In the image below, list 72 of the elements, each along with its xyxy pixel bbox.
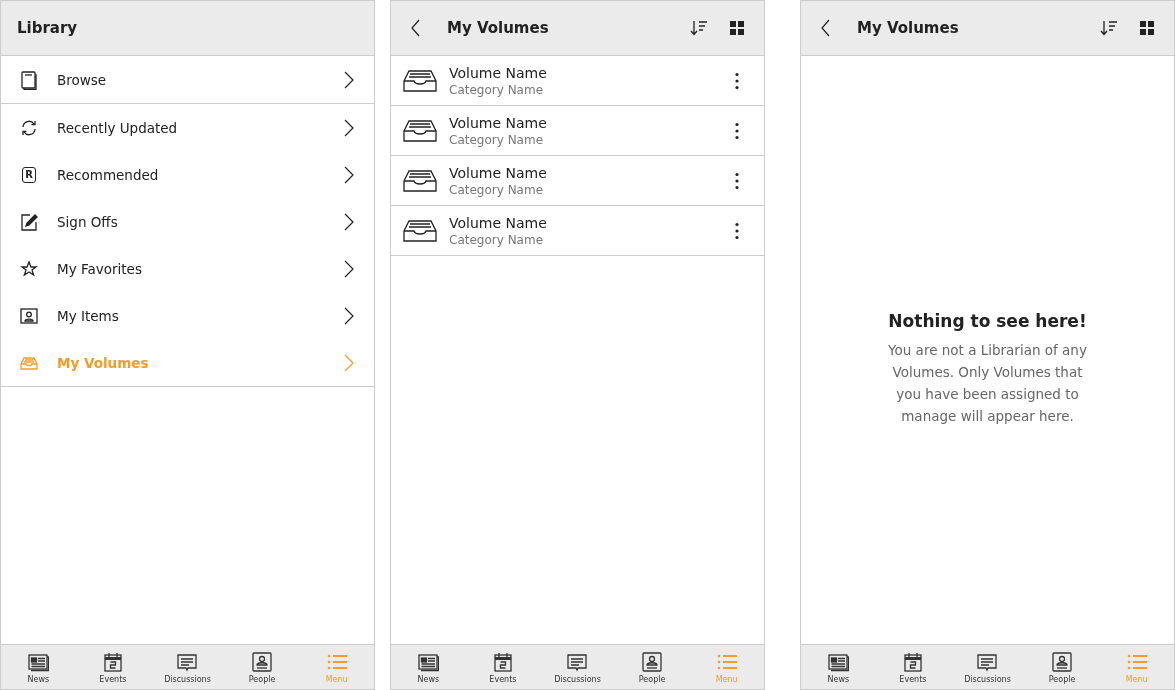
more-options-icon[interactable]: [734, 221, 740, 240]
chevron-right-icon: [344, 306, 354, 325]
tab-bar-item[interactable]: Discussions: [950, 645, 1025, 689]
r-badge-icon: R: [22, 166, 36, 183]
back-icon[interactable]: [821, 19, 831, 37]
tab-bar-item[interactable]: Events: [75, 645, 151, 689]
menu-icon: [1125, 652, 1148, 672]
newspaper-icon: [27, 652, 50, 672]
tray-icon: [403, 168, 437, 193]
calendar-icon: [491, 652, 514, 672]
grid-view-icon[interactable]: [1140, 21, 1154, 35]
tab-bar-item[interactable]: Discussions: [540, 645, 615, 689]
grid-view-icon[interactable]: [730, 21, 744, 35]
person-card-icon: [1051, 652, 1074, 672]
library-nav-item[interactable]: Browse: [1, 56, 374, 104]
menu-icon: [715, 652, 738, 672]
calendar-icon: [101, 652, 124, 672]
book-icon: [19, 69, 39, 90]
chevron-right-icon: [344, 118, 354, 137]
chevron-right-icon: [344, 165, 354, 184]
more-options-icon[interactable]: [734, 121, 740, 140]
person-card-icon: [251, 652, 274, 672]
tab-bar-item[interactable]: News: [391, 645, 466, 689]
star-icon: [19, 258, 39, 279]
category-name: Category Name: [449, 132, 545, 147]
chevron-right-icon: [344, 259, 354, 278]
back-icon[interactable]: [411, 19, 421, 37]
tab-bar-item[interactable]: News: [801, 645, 876, 689]
newspaper-icon: [417, 652, 440, 672]
more-options-icon[interactable]: [734, 171, 740, 190]
tab-bar-item[interactable]: Events: [465, 645, 541, 689]
volume-name: Volume Name: [449, 114, 548, 131]
tab-bar-item[interactable]: Discussions: [150, 645, 225, 689]
tab-bar-item[interactable]: News: [1, 645, 76, 689]
empty-state-message: You are not a Librarian of any Volumes. Only Volumes that you have been assigned to manage will appear here.: [887, 341, 1088, 426]
empty-state-title: Nothing to see here!: [888, 311, 1087, 331]
library-nav-item[interactable]: My Items: [1, 292, 374, 339]
tray-icon: [403, 118, 437, 143]
library-nav-item[interactable]: My Favorites: [1, 245, 374, 292]
chat-bubble-icon: [176, 652, 199, 672]
tray-icon: [403, 218, 437, 243]
person-card-icon: [641, 652, 664, 672]
category-name: Category Name: [449, 182, 545, 197]
chat-bubble-icon: [976, 652, 999, 672]
more-options-icon[interactable]: [734, 71, 740, 90]
chevron-right-icon: [344, 212, 354, 231]
person-card-icon: [19, 305, 39, 326]
library-nav-item[interactable]: R Recommended: [1, 151, 374, 198]
chat-bubble-icon: [566, 652, 589, 672]
library-nav-item[interactable]: Sign Offs: [1, 198, 374, 245]
category-name: Category Name: [449, 82, 545, 97]
tab-bar-item[interactable]: People: [1024, 645, 1100, 689]
header-title: Library: [17, 19, 79, 37]
volume-name: Volume Name: [449, 64, 548, 81]
tab-bar-item[interactable]: People: [614, 645, 690, 689]
sort-icon[interactable]: [1100, 20, 1118, 36]
menu-icon: [325, 652, 348, 672]
sort-icon[interactable]: [690, 20, 708, 36]
category-name: Category Name: [449, 232, 545, 247]
header-title: My Volumes: [857, 19, 960, 37]
chevron-right-icon: [344, 353, 354, 372]
volume-name: Volume Name: [449, 164, 548, 181]
chevron-right-icon: [344, 70, 354, 89]
tab-bar-item[interactable]: Events: [875, 645, 951, 689]
library-nav-item[interactable]: Recently Updated: [1, 104, 374, 151]
tray-icon: [403, 68, 437, 93]
header-title: My Volumes: [447, 19, 550, 37]
newspaper-icon: [827, 652, 850, 672]
calendar-icon: [901, 652, 924, 672]
volume-name: Volume Name: [449, 214, 548, 231]
edit-icon: [19, 211, 39, 232]
tab-bar-item[interactable]: People: [224, 645, 300, 689]
